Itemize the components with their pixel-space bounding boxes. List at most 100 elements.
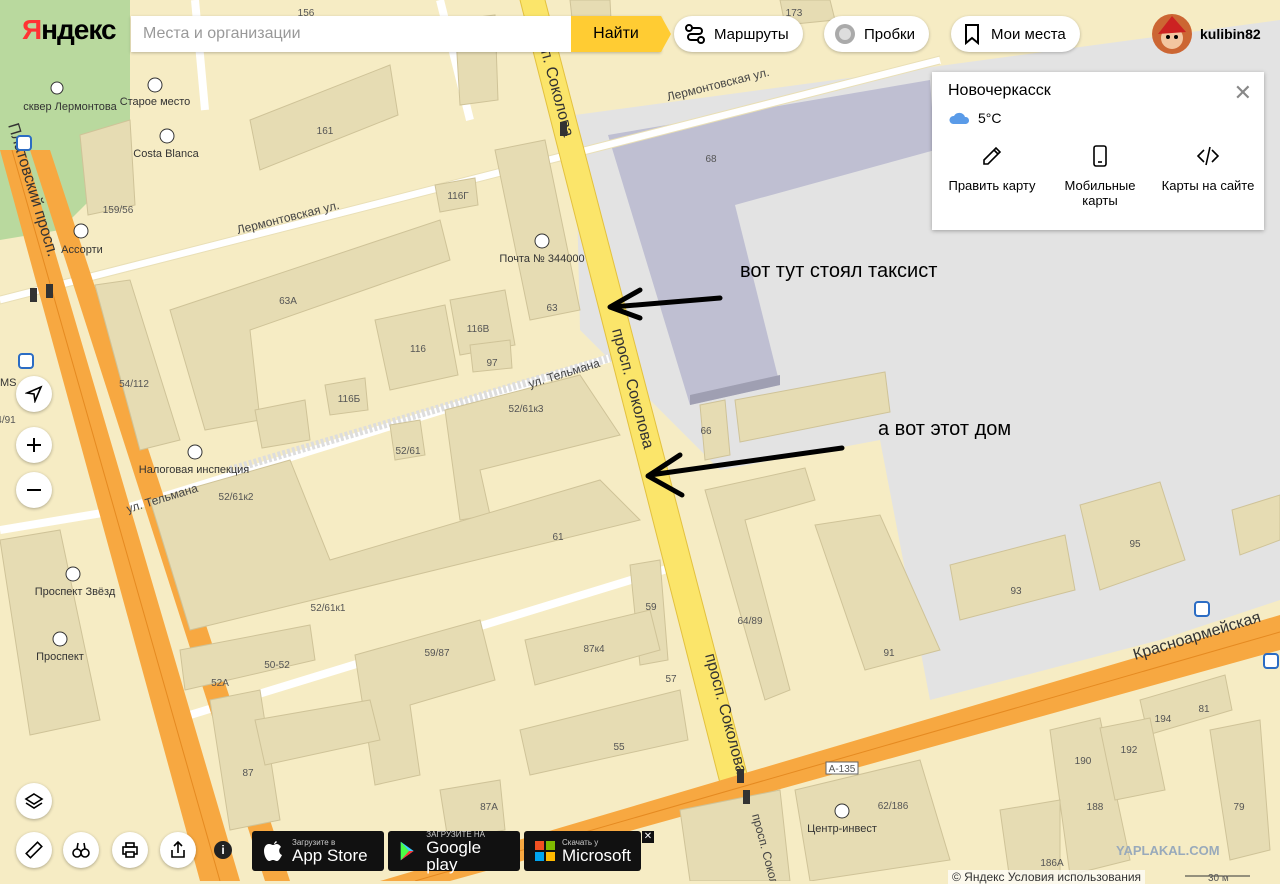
apple-icon bbox=[264, 841, 282, 861]
scale-label: 30 м bbox=[1208, 873, 1229, 881]
printer-icon bbox=[122, 842, 138, 858]
svg-text:59/87: 59/87 bbox=[424, 648, 449, 659]
svg-text:52А: 52А bbox=[211, 678, 229, 689]
svg-text:59: 59 bbox=[645, 602, 657, 613]
panorama-button[interactable] bbox=[63, 832, 99, 868]
traffic-icon bbox=[835, 24, 855, 44]
search-input[interactable] bbox=[131, 16, 571, 52]
edit-map-button[interactable]: Править карту bbox=[942, 144, 1042, 208]
svg-text:95: 95 bbox=[1129, 539, 1141, 550]
svg-text:68: 68 bbox=[705, 154, 717, 165]
svg-text:194: 194 bbox=[1155, 714, 1172, 725]
svg-text:161: 161 bbox=[317, 126, 334, 137]
cloud-icon bbox=[949, 112, 970, 124]
city-info-panel: Новочеркасск ✕ 5°C Править карту Мобильн… bbox=[932, 72, 1264, 230]
svg-text:4/91: 4/91 bbox=[0, 415, 16, 426]
svg-text:52/61к3: 52/61к3 bbox=[509, 404, 544, 415]
layers-icon bbox=[24, 793, 44, 809]
ruler-button[interactable] bbox=[16, 832, 52, 868]
code-icon bbox=[1196, 146, 1220, 166]
svg-text:57: 57 bbox=[665, 674, 677, 685]
annotation-house: а вот этот дом bbox=[878, 418, 1011, 440]
poi-centr-invest: Центр-инвест bbox=[807, 823, 877, 835]
share-icon bbox=[171, 840, 185, 858]
plus-icon bbox=[27, 438, 41, 452]
svg-text:186А: 186А bbox=[1040, 858, 1064, 869]
poi-prospekt-zvezd: Проспект Звёзд bbox=[35, 586, 116, 598]
svg-text:87А: 87А bbox=[480, 802, 498, 813]
svg-text:52/61к1: 52/61к1 bbox=[311, 603, 346, 614]
svg-text:116: 116 bbox=[410, 344, 426, 355]
traffic-label: Пробки bbox=[864, 25, 915, 43]
svg-text:188: 188 bbox=[1087, 802, 1104, 813]
route-icon bbox=[685, 24, 705, 44]
site-maps-button[interactable]: Карты на сайте bbox=[1158, 144, 1258, 208]
edit-map-label: Править карту bbox=[948, 178, 1036, 193]
svg-text:52/61: 52/61 bbox=[395, 446, 420, 457]
google-play-badge[interactable]: ЗАГРУЗИТЕ НА Google play bbox=[388, 830, 520, 874]
annotation-taxi: вот тут стоял таксист bbox=[740, 260, 937, 282]
weather: 5°C bbox=[948, 110, 1002, 126]
layers-button[interactable] bbox=[16, 783, 52, 819]
svg-text:55: 55 bbox=[613, 742, 625, 753]
svg-text:54/112: 54/112 bbox=[119, 379, 149, 390]
svg-text:63А: 63А bbox=[279, 296, 297, 307]
mobile-maps-button[interactable]: Мобильные карты bbox=[1050, 144, 1150, 208]
mobile-maps-label: Мобильные карты bbox=[1064, 178, 1136, 208]
info-icon[interactable]: i bbox=[214, 841, 232, 859]
microsoft-icon bbox=[535, 841, 555, 861]
svg-text:87: 87 bbox=[242, 768, 254, 779]
svg-text:52/61к2: 52/61к2 bbox=[219, 492, 254, 503]
my-places-label: Мои места bbox=[991, 25, 1066, 43]
copyright[interactable]: © Яндекс Условия использования bbox=[948, 870, 1146, 884]
locate-button[interactable] bbox=[16, 376, 52, 412]
zoom-in-button[interactable] bbox=[16, 427, 52, 463]
svg-text:50-52: 50-52 bbox=[264, 660, 290, 671]
ruler-icon bbox=[25, 841, 43, 859]
avatar bbox=[1152, 14, 1192, 54]
temperature: 5°C bbox=[978, 110, 1002, 126]
routes-button[interactable]: Маршруты bbox=[674, 16, 803, 52]
search-button[interactable]: Найти bbox=[571, 16, 671, 52]
watermark: YAPLAKAL.COM bbox=[1116, 843, 1220, 858]
svg-text:93: 93 bbox=[1010, 586, 1022, 597]
svg-text:159/56: 159/56 bbox=[103, 205, 134, 216]
pencil-icon bbox=[983, 146, 1002, 165]
app-store-badge[interactable]: Загрузите в App Store bbox=[252, 831, 384, 871]
traffic-button[interactable]: Пробки bbox=[824, 16, 929, 52]
poi-old-place: Старое место bbox=[120, 96, 191, 108]
my-places-button[interactable]: Мои места bbox=[951, 16, 1080, 52]
close-stores-icon[interactable]: ✕ bbox=[642, 831, 654, 843]
google-big-text: Google play bbox=[426, 837, 482, 874]
phone-icon bbox=[1093, 145, 1107, 167]
zoom-out-button[interactable] bbox=[16, 472, 52, 508]
poi-costa-blanca: Costa Blanca bbox=[133, 148, 199, 160]
svg-text:97: 97 bbox=[486, 358, 498, 369]
appstore-big-text: App Store bbox=[292, 846, 368, 865]
user-menu[interactable]: kulibin82 bbox=[1152, 14, 1261, 54]
routes-label: Маршруты bbox=[714, 25, 789, 43]
search-bar: Найти bbox=[131, 16, 671, 52]
site-maps-label: Карты на сайте bbox=[1161, 178, 1255, 193]
username: kulibin82 bbox=[1200, 26, 1261, 42]
svg-text:81: 81 bbox=[1198, 704, 1210, 715]
binoculars-icon bbox=[72, 842, 90, 858]
ms-big-text: Microsoft bbox=[562, 846, 631, 865]
svg-text:64/89: 64/89 bbox=[737, 616, 762, 627]
close-icon[interactable]: ✕ bbox=[1234, 80, 1252, 106]
bookmark-icon bbox=[965, 24, 979, 45]
svg-text:79: 79 bbox=[1233, 802, 1245, 813]
microsoft-badge[interactable]: Скачать у Microsoft bbox=[524, 831, 641, 871]
svg-text:192: 192 bbox=[1121, 745, 1138, 756]
google-play-icon bbox=[400, 841, 414, 861]
road-badge: А-135 bbox=[829, 764, 856, 775]
city-name: Новочеркасск bbox=[948, 82, 1051, 99]
yandex-logo[interactable]: Яндекс bbox=[22, 14, 117, 46]
svg-text:116Б: 116Б bbox=[338, 394, 361, 405]
svg-text:87к4: 87к4 bbox=[583, 644, 604, 655]
poi-square: сквер Лермонтова bbox=[23, 101, 117, 113]
poi-ms: MS bbox=[0, 377, 17, 389]
svg-text:116Г: 116Г bbox=[447, 191, 469, 202]
print-button[interactable] bbox=[112, 832, 148, 868]
share-button[interactable] bbox=[160, 832, 196, 868]
